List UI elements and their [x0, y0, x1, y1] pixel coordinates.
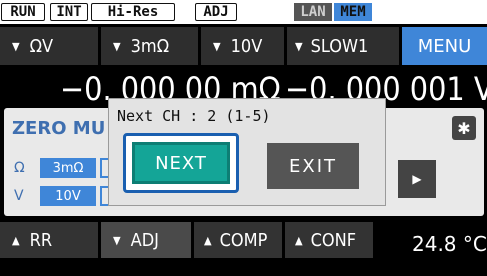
exit-button[interactable]: EXIT — [267, 143, 359, 189]
mem-indicator: MEM — [334, 3, 372, 21]
triangle-down-icon: ▼ — [113, 39, 121, 53]
run-indicator: RUN — [1, 3, 45, 21]
volt-row-label: V — [14, 188, 24, 204]
chevron-right-icon[interactable]: ▶ — [398, 160, 436, 198]
status-bar: RUN INT Hi-Res ADJ LAN MEM — [0, 0, 487, 24]
rr-button[interactable]: ▲ RR — [0, 222, 98, 258]
top-toolbar: ▼ ΩV ▼ 3mΩ ▼ 10V ▼ SLOW1 MENU — [0, 27, 487, 65]
next-button-focus-ring: NEXT — [123, 133, 239, 193]
volt-range-chip[interactable]: 10V — [40, 186, 96, 206]
rr-label: RR — [29, 229, 53, 251]
ohm-range-chip[interactable]: 3mΩ — [40, 158, 96, 178]
conf-label: CONF — [310, 229, 357, 251]
function-select-button[interactable]: ▼ ΩV — [0, 27, 98, 65]
adj-indicator: ADJ — [195, 3, 237, 21]
comp-button[interactable]: ▲ COMP — [194, 222, 282, 258]
ohm-row-label: Ω — [14, 160, 25, 176]
function-select-label: ΩV — [29, 35, 54, 57]
triangle-down-icon: ▼ — [113, 233, 121, 247]
voltage-range-label: 10V — [230, 35, 263, 57]
triangle-down-icon: ▼ — [213, 39, 221, 53]
next-channel-dialog: Next CH : 2 (1-5) NEXT EXIT — [108, 98, 386, 206]
adj-button[interactable]: ▼ ADJ — [101, 222, 191, 258]
triangle-up-icon: ▲ — [204, 233, 212, 247]
adj-label: ADJ — [130, 229, 159, 251]
triangle-down-icon: ▼ — [12, 39, 20, 53]
voltage-range-button[interactable]: ▼ 10V — [201, 27, 284, 65]
resistance-range-button[interactable]: ▼ 3mΩ — [101, 27, 198, 65]
resistance-range-label: 3mΩ — [130, 35, 170, 57]
speed-label: SLOW1 — [310, 35, 369, 57]
comp-label: COMP — [219, 229, 268, 251]
triangle-up-icon: ▲ — [12, 233, 20, 247]
triangle-up-icon: ▲ — [295, 233, 303, 247]
hires-indicator: Hi-Res — [91, 3, 175, 21]
dialog-title: Next CH : 2 (1-5) — [117, 107, 271, 125]
speed-button[interactable]: ▼ SLOW1 — [287, 27, 399, 65]
temperature-readout: 24.8 °C — [412, 232, 487, 256]
lan-indicator: LAN — [294, 3, 332, 21]
triangle-down-icon: ▼ — [295, 39, 303, 53]
zero-panel-title: ZERO MU — [12, 118, 106, 139]
gear-icon[interactable]: ✱ — [452, 116, 476, 140]
menu-button[interactable]: MENU — [402, 27, 487, 65]
next-button[interactable]: NEXT — [132, 142, 230, 184]
conf-button[interactable]: ▲ CONF — [285, 222, 373, 258]
int-indicator: INT — [50, 3, 88, 21]
bottom-toolbar: ▲ RR ▼ ADJ ▲ COMP ▲ CONF 24.8 °C — [0, 222, 487, 260]
